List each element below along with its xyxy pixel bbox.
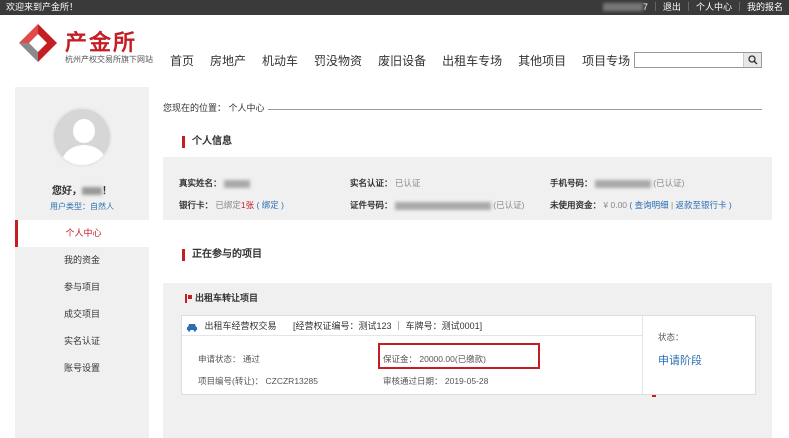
brand-tagline: 杭州产权交易所旗下网站: [65, 55, 153, 64]
top-bar-links: 7 ｜ 退出 ｜ 个人中心 ｜ 我的报名: [602, 0, 783, 15]
user-type-value: 自然人: [90, 202, 114, 211]
search-box: [634, 52, 762, 68]
divider: ｜: [734, 2, 744, 12]
bank-label: 银行卡：: [179, 200, 214, 210]
car-icon: [187, 323, 197, 332]
project-code: [经营权证编号：测试123 ｜ 车牌号：测试0001]: [293, 321, 483, 331]
bank-row: 银行卡： 已绑定1张 ( 绑定 ): [179, 199, 284, 211]
nav-item-equipment[interactable]: 废旧设备: [378, 52, 426, 70]
state-label: 状态：: [658, 332, 684, 342]
nav-item-real-estate[interactable]: 房地产: [210, 52, 246, 70]
phone-label: 手机号码：: [550, 178, 593, 188]
divider: ｜: [650, 2, 660, 12]
username[interactable]: 7: [602, 0, 648, 15]
realname-verify-value: 已认证: [394, 178, 421, 188]
sidebar-item-my-funds[interactable]: 我的资金: [15, 247, 149, 274]
projects-panel: 出租车转让项目 出租车经营权交易 [经营权证编号：测试123 ｜ 车牌号：测试0…: [163, 283, 772, 438]
project-card-header: 出租车经营权交易 [经营权证编号：测试123 ｜ 车牌号：测试0001]: [182, 316, 642, 336]
funds-row: 未使用资金： ¥ 0.00 ( 查询明细 | 返款至银行卡 ): [550, 199, 732, 211]
funds-separator: |: [668, 200, 676, 210]
phone-redacted: [594, 179, 651, 188]
project-number: 项目编号(转让)： CZCZR13285: [198, 376, 318, 386]
projects-title: 正在参与的项目: [182, 249, 262, 261]
search-button[interactable]: [743, 53, 761, 67]
personal-info-title: 个人信息: [182, 136, 232, 148]
sidebar-item-user-center[interactable]: 个人中心: [15, 220, 149, 247]
project-name[interactable]: 出租车经营权交易: [205, 321, 277, 331]
site-logo[interactable]: 产金所 杭州产权交易所旗下网站: [17, 22, 167, 70]
id-redacted: [394, 201, 491, 210]
project-group-header: 出租车转让项目: [185, 291, 258, 304]
nav-item-other[interactable]: 其他项目: [518, 52, 566, 70]
approve-date: 审核通过日期： 2019-05-28: [383, 376, 489, 386]
bank-value-prefix: 已绑定: [215, 200, 241, 210]
id-label: 证件号码：: [350, 200, 393, 210]
nav-item-taxi[interactable]: 出租车专场: [442, 52, 502, 70]
sidebar: 您好， ！ 用户类型：自然人 个人中心 我的资金 参与项目 成交项目 实名认证 账…: [15, 87, 149, 438]
real-name-label: 真实姓名：: [179, 178, 222, 188]
realname-verify-label: 实名认证：: [350, 178, 393, 188]
username-redacted: [82, 187, 102, 196]
avatar: [52, 107, 112, 167]
greeting-prefix: 您好，: [52, 186, 82, 197]
user-center-link[interactable]: 个人中心: [696, 0, 732, 15]
top-bar: 欢迎来到产金所！ 7 ｜ 退出 ｜ 个人中心 ｜ 我的报名: [0, 0, 789, 15]
funds-detail-link[interactable]: ( 查询明细: [629, 200, 668, 210]
main-nav: 首页 房地产 机动车 罚没物资 废旧设备 出租车专场 其他项目 项目专场: [170, 52, 646, 70]
user-type: 用户类型：自然人: [15, 201, 149, 212]
sidebar-item-account-settings[interactable]: 账号设置: [15, 355, 149, 382]
breadcrumb: 您现在的位置： 个人中心: [163, 103, 265, 113]
bank-count: 1张: [240, 200, 255, 210]
nav-item-special[interactable]: 项目专场: [582, 52, 630, 70]
funds-label: 未使用资金：: [550, 200, 602, 210]
divider: ｜: [683, 2, 693, 12]
avatar-head-shape: [73, 119, 95, 143]
state-value-link[interactable]: 申请阶段: [658, 352, 702, 368]
sidebar-menu: 个人中心 我的资金 参与项目 成交项目 实名认证 账号设置: [15, 220, 149, 382]
breadcrumb-divider: [268, 109, 762, 110]
my-signup-link[interactable]: 我的报名: [747, 0, 783, 15]
funds-value: ¥ 0.00: [603, 200, 628, 210]
card-divider: [642, 316, 643, 394]
nav-item-home[interactable]: 首页: [170, 52, 194, 70]
username-suffix: 7: [642, 2, 648, 12]
apply-status: 申请状态： 通过: [198, 354, 260, 364]
personal-info-panel: 真实姓名： 实名认证： 已认证 手机号码： (已认证) 银行卡： 已绑定1张 (…: [163, 157, 772, 220]
project-card[interactable]: 出租车经营权交易 [经营权证编号：测试123 ｜ 车牌号：测试0001] 申请状…: [181, 315, 756, 397]
username-redacted: [602, 2, 643, 11]
brand-name: 产金所: [65, 31, 138, 56]
greeting-suffix: ！: [102, 186, 112, 197]
real-name-row: 真实姓名：: [179, 177, 250, 189]
project-group-title: 出租车转让项目: [195, 293, 259, 303]
logout-link[interactable]: 退出: [663, 0, 681, 15]
nav-item-confiscated[interactable]: 罚没物资: [314, 52, 362, 70]
search-input[interactable]: [635, 53, 743, 67]
realname-verify-row: 实名认证： 已认证: [350, 177, 420, 189]
deposit-highlight-box: [378, 343, 540, 369]
bind-card-link[interactable]: ( 绑定 ): [257, 200, 284, 210]
refund-to-card-link[interactable]: 返款至银行卡 ): [676, 200, 732, 210]
phone-row: 手机号码： (已认证): [550, 177, 684, 189]
search-icon: [747, 55, 757, 65]
sidebar-item-deals[interactable]: 成交项目: [15, 301, 149, 328]
user-type-label: 用户类型：: [50, 202, 90, 211]
avatar-body-shape: [62, 145, 106, 165]
greeting: 您好， ！: [15, 182, 149, 197]
sidebar-item-verification[interactable]: 实名认证: [15, 328, 149, 355]
id-row: 证件号码： (已认证): [350, 199, 524, 211]
welcome-text: 欢迎来到产金所！: [6, 2, 79, 12]
nav-item-vehicles[interactable]: 机动车: [262, 52, 298, 70]
red-marker: [652, 395, 656, 397]
logo-mark-icon: [19, 24, 57, 62]
phone-status: (已认证): [653, 178, 685, 188]
real-name-redacted: [223, 179, 250, 188]
flag-icon: [185, 294, 192, 304]
sidebar-item-projects[interactable]: 参与项目: [15, 274, 149, 301]
id-status: (已认证): [493, 200, 525, 210]
